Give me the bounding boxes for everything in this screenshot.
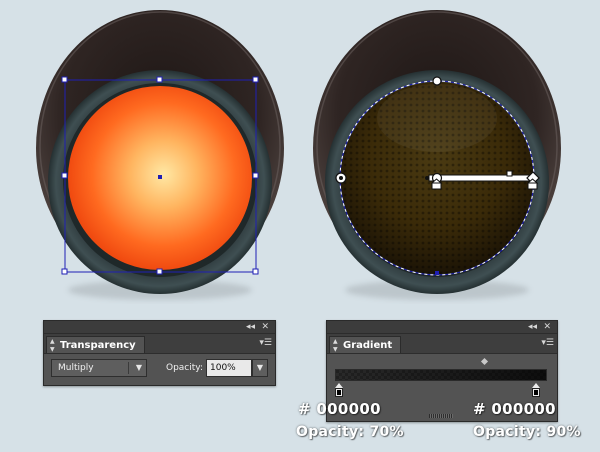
left-stop-opacity-annotation: Opacity: 70% bbox=[296, 424, 404, 440]
left-lamp bbox=[36, 10, 284, 300]
close-icon[interactable]: ✕ bbox=[261, 321, 269, 333]
gradient-midpoint-diamond[interactable] bbox=[480, 357, 489, 366]
opacity-label: Opacity: bbox=[166, 363, 203, 373]
blend-mode-dropdown[interactable]: Multiply ▼ bbox=[51, 359, 147, 377]
double-chevron-left-icon[interactable]: ◂◂ bbox=[528, 321, 537, 333]
tab-arrows-icon: ▲ ▼ bbox=[50, 338, 55, 353]
gradient-slider[interactable] bbox=[335, 369, 547, 381]
tab-label: Transparency bbox=[60, 340, 136, 351]
right-stop-opacity-annotation: Opacity: 90% bbox=[473, 424, 581, 440]
opacity-dropdown-button[interactable]: ▼ bbox=[252, 359, 268, 377]
panel-tab-row: ▲ ▼ Transparency ▾☰ bbox=[44, 334, 275, 354]
double-chevron-left-icon[interactable]: ◂◂ bbox=[246, 321, 255, 333]
panel-tab-row: ▲ ▼ Gradient ▾☰ bbox=[327, 334, 557, 354]
left-stop-hex-annotation: # 000000 bbox=[298, 400, 381, 418]
chevron-down-icon: ▼ bbox=[135, 363, 142, 372]
tab-label: Gradient bbox=[343, 340, 393, 351]
chevron-down-icon: ▼ bbox=[256, 363, 264, 372]
transparency-panel: ◂◂ ✕ ▲ ▼ Transparency ▾☰ Multiply ▼ Opaci… bbox=[43, 320, 276, 386]
panel-menu-icon[interactable]: ▾☰ bbox=[259, 338, 272, 348]
tab-arrows-icon: ▲ ▼ bbox=[333, 338, 338, 353]
close-icon[interactable]: ✕ bbox=[543, 321, 551, 333]
opacity-input[interactable]: 100% bbox=[206, 359, 252, 377]
tab-transparency[interactable]: ▲ ▼ Transparency bbox=[46, 336, 145, 353]
gradient-stop-left[interactable] bbox=[335, 383, 343, 397]
panel-menu-icon[interactable]: ▾☰ bbox=[541, 338, 554, 348]
panel-titlebar[interactable]: ◂◂ ✕ bbox=[327, 321, 557, 334]
tab-gradient[interactable]: ▲ ▼ Gradient bbox=[329, 336, 402, 353]
gradient-stop-right[interactable] bbox=[532, 383, 540, 397]
panel-titlebar[interactable]: ◂◂ ✕ bbox=[44, 321, 275, 334]
blend-mode-value: Multiply bbox=[58, 363, 94, 373]
right-stop-hex-annotation: # 000000 bbox=[473, 400, 556, 418]
right-lamp bbox=[313, 10, 561, 300]
panel-resize-grip[interactable] bbox=[429, 414, 453, 418]
